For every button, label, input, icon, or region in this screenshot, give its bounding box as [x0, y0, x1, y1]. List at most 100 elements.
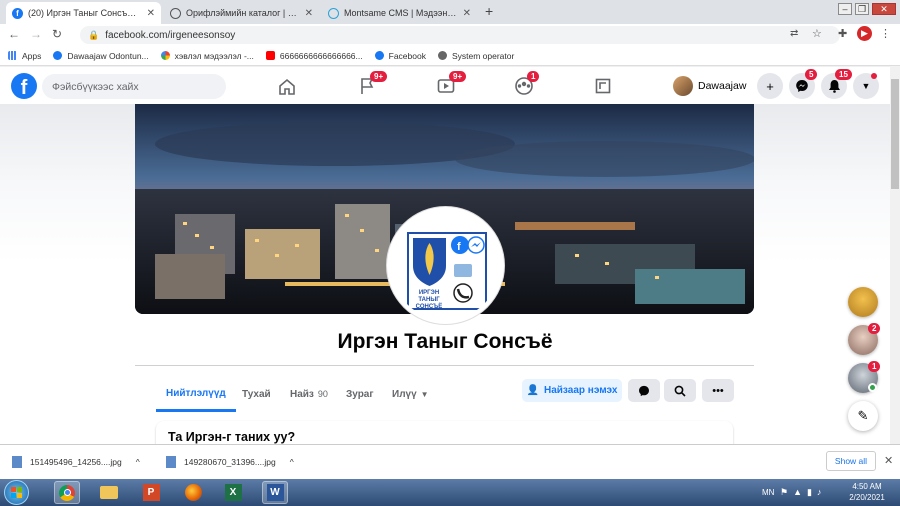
account-menu-button[interactable]: ▼ — [853, 73, 879, 99]
facebook-logo[interactable]: f — [11, 73, 37, 99]
contact-avatar[interactable]: 2 — [848, 323, 881, 355]
language-indicator[interactable]: MN — [762, 488, 774, 497]
url-bar[interactable]: 🔒 facebook.com/irgeneesonsoy — [80, 26, 840, 44]
page-profile-picture[interactable]: f ИРГЭН ТАНЫГ СОНСЪЁ — [387, 207, 504, 324]
gear-icon — [437, 51, 447, 60]
contact-avatar[interactable]: 1 — [848, 361, 881, 393]
logo-caption: ИРГЭН ТАНЫГ СОНСЪЁ — [415, 290, 443, 310]
word-taskbar-icon[interactable]: W — [262, 481, 288, 504]
bookmark-youtube[interactable]: 6666666666666666... — [265, 51, 363, 61]
close-icon[interactable]: ✕ — [305, 8, 313, 19]
groups-icon[interactable]: 1 — [513, 71, 540, 96]
card-title: Та Иргэн-г таних уу? — [168, 430, 296, 444]
globe-icon — [170, 7, 181, 19]
tab-about[interactable]: Тухай — [242, 378, 271, 410]
message-button[interactable] — [628, 379, 660, 402]
bell-icon — [828, 80, 840, 93]
pages-flag-icon[interactable]: 9+ — [356, 71, 388, 96]
minimize-button[interactable]: – — [838, 3, 852, 15]
create-button[interactable]: + — [757, 73, 783, 99]
browser-tab-facebook[interactable]: f (20) Иргэн Таныг Сонсъё | Faceb ✕ — [6, 2, 161, 24]
page-scrollbar[interactable] — [890, 67, 900, 444]
bookmark-google[interactable]: хэвлэл мэдээлэл -... — [160, 51, 254, 61]
scrollbar-thumb[interactable] — [891, 79, 899, 189]
facebook-icon: f — [12, 7, 23, 19]
close-icon[interactable]: ✕ — [884, 454, 893, 467]
profile-name: Dawaajaw — [698, 80, 747, 92]
browser-tab-oriflame[interactable]: Орифлэймийн каталог | Oriflam ✕ — [164, 2, 319, 24]
search-placeholder: Фэйсбүүкээс хайх — [52, 80, 139, 93]
apps-grid-icon — [8, 51, 17, 60]
clock[interactable]: 4:50 AM 2/20/2021 — [840, 481, 894, 503]
chevron-up-icon[interactable]: ^ — [136, 457, 140, 467]
page-title: Иргэн Таныг Сонсъё — [337, 330, 553, 353]
explorer-taskbar-icon[interactable] — [96, 481, 122, 504]
search-page-button[interactable] — [664, 379, 696, 402]
avatar — [673, 76, 693, 96]
svg-text:f: f — [457, 241, 461, 253]
show-all-downloads-button[interactable]: Show all — [826, 451, 876, 471]
download-item[interactable]: 151495496_14256....jpg ^ — [12, 452, 152, 472]
powerpoint-icon: P — [142, 484, 160, 501]
excel-icon: X — [224, 484, 242, 501]
chevron-down-icon: ▼ — [861, 81, 871, 91]
messenger-button[interactable]: 5 — [789, 69, 818, 99]
menu-icon[interactable]: ⋮ — [880, 27, 891, 40]
reload-icon[interactable]: ↻ — [52, 27, 62, 41]
chevron-up-icon[interactable]: ^ — [290, 457, 294, 467]
online-indicator — [868, 383, 877, 392]
profile-icon[interactable]: ▶ — [857, 26, 872, 41]
add-friend-button[interactable]: 👤 Найзаар нэмэх — [522, 379, 622, 402]
facebook-icon — [374, 51, 384, 60]
watch-icon[interactable]: 9+ — [435, 71, 467, 96]
tray-icons[interactable]: ⚑▲▮♪ — [780, 487, 826, 498]
tab-friends[interactable]: Найз 90 — [290, 378, 328, 410]
profile-chip[interactable]: Dawaajaw — [673, 73, 746, 99]
watch-badge: 9+ — [449, 71, 467, 82]
divider — [135, 365, 754, 366]
excel-taskbar-icon[interactable]: X — [220, 481, 246, 504]
extensions-icon[interactable]: ✚ — [838, 27, 847, 40]
new-message-button[interactable]: ✎ — [848, 401, 878, 431]
ellipsis-icon: ••• — [712, 384, 724, 397]
start-button[interactable] — [4, 480, 29, 505]
bookmark-system-operator[interactable]: System operator — [437, 51, 514, 61]
gaming-icon[interactable] — [592, 76, 614, 96]
browser-tab-montsame[interactable]: Montsame CMS | Мэдээний удир ✕ — [322, 2, 477, 24]
new-tab-button[interactable]: + — [485, 3, 493, 19]
add-person-icon: 👤 — [526, 385, 539, 396]
chrome-taskbar-icon[interactable] — [54, 481, 80, 504]
notifications-badge: 15 — [835, 69, 852, 80]
tab-photos[interactable]: Зураг — [346, 378, 374, 410]
notification-dot — [871, 73, 877, 79]
contact-avatar[interactable] — [848, 287, 878, 317]
tab-more[interactable]: Илүү ▼ — [392, 378, 429, 410]
notifications-button[interactable]: 15 — [821, 69, 852, 99]
tab-posts[interactable]: Нийтлэлүүд — [156, 378, 236, 412]
forward-icon[interactable]: → — [30, 27, 42, 41]
home-icon[interactable] — [276, 76, 298, 96]
bookmark-apps[interactable]: Apps — [8, 51, 41, 61]
star-icon[interactable]: ☆ — [812, 27, 822, 40]
friends-count: 90 — [317, 389, 328, 399]
translate-icon[interactable]: ⇄ — [790, 28, 798, 39]
bookmarks-bar: Apps Dawaajaw Odontun... хэвлэл мэдээлэл… — [0, 46, 900, 66]
firefox-taskbar-icon[interactable] — [180, 481, 206, 504]
bookmark-facebook[interactable]: Facebook — [374, 51, 426, 61]
windows-logo-icon — [11, 487, 22, 498]
download-item[interactable]: 149280670_31396....jpg ^ — [166, 452, 306, 472]
close-window-button[interactable]: ✕ — [872, 3, 896, 15]
powerpoint-taskbar-icon[interactable]: P — [138, 481, 164, 504]
restore-button[interactable]: ❐ — [855, 3, 869, 15]
image-file-icon — [12, 456, 22, 468]
pages-badge: 9+ — [370, 71, 388, 82]
facebook-search-input[interactable]: Фэйсбүүкээс хайх — [42, 74, 226, 99]
close-icon[interactable]: ✕ — [463, 8, 471, 19]
word-icon: W — [266, 484, 284, 501]
plus-icon: + — [766, 78, 774, 94]
bookmark-dawaajaw[interactable]: Dawaajaw Odontun... — [53, 51, 149, 61]
more-options-button[interactable]: ••• — [702, 379, 734, 402]
close-icon[interactable]: ✕ — [147, 8, 155, 19]
chevron-down-icon: ▼ — [420, 389, 429, 399]
back-icon[interactable]: ← — [8, 27, 20, 41]
